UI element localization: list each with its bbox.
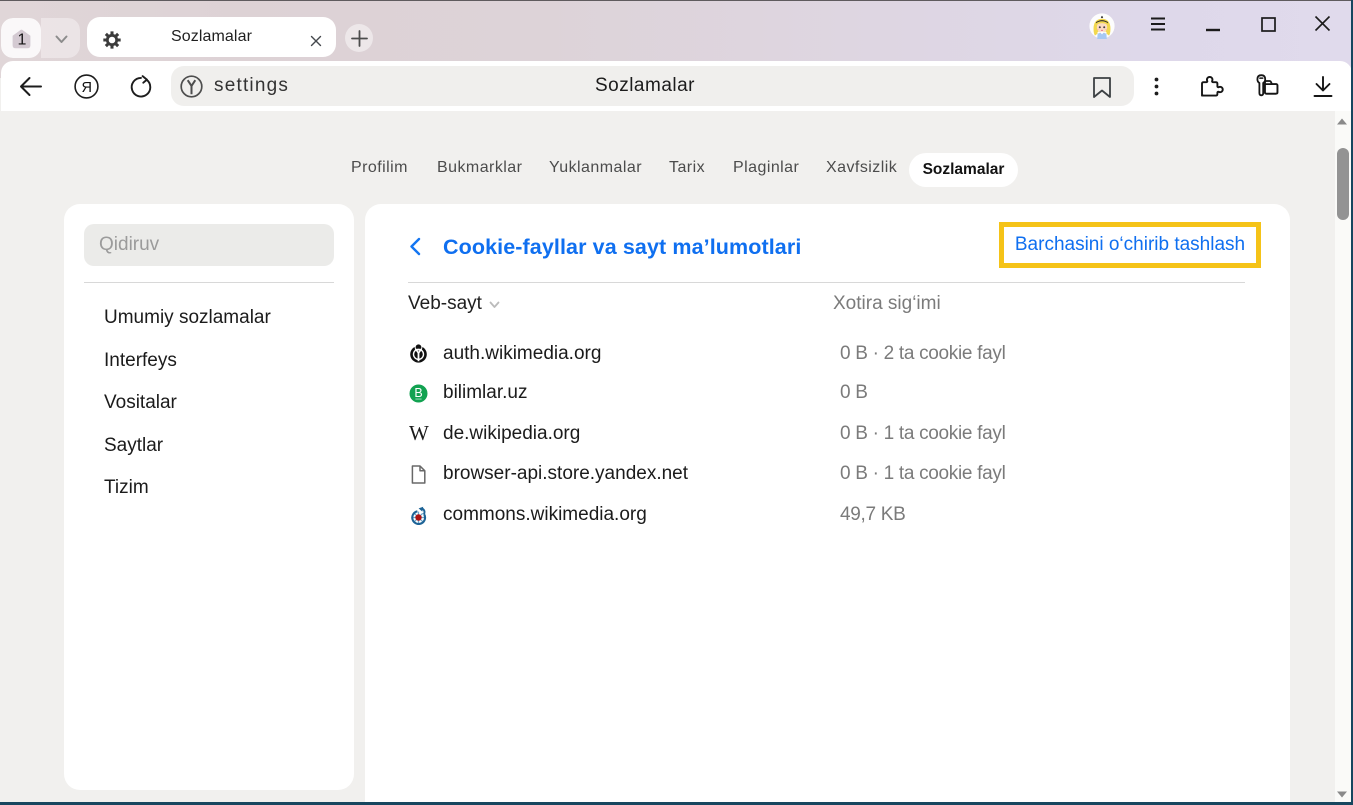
svg-text:B: B	[414, 386, 422, 400]
svg-text:Я: Я	[81, 80, 91, 96]
svg-text:1: 1	[17, 32, 26, 49]
